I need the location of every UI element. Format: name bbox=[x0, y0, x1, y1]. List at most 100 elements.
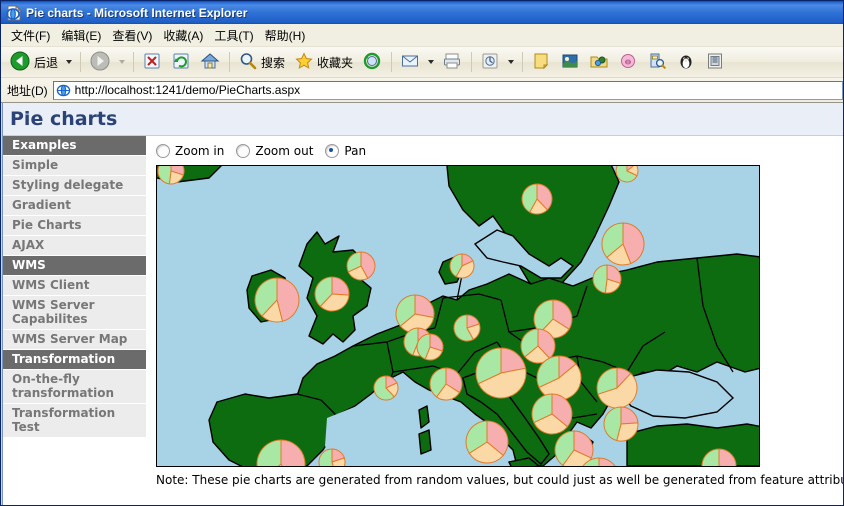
pie-chart[interactable] bbox=[603, 406, 639, 442]
radio-zoom-out[interactable]: Zoom out bbox=[236, 144, 313, 158]
pie-chart[interactable] bbox=[601, 222, 645, 266]
menu-item-file[interactable]: 文件(F) bbox=[11, 25, 61, 46]
pie-chart[interactable] bbox=[373, 375, 399, 401]
back-dropdown-icon[interactable] bbox=[63, 51, 74, 73]
favorites-button[interactable]: 收藏夹 bbox=[290, 49, 357, 75]
pie-chart[interactable] bbox=[596, 367, 638, 409]
back-icon bbox=[9, 50, 31, 75]
toolbar-separator bbox=[80, 52, 82, 72]
page-title: Pie charts bbox=[10, 108, 118, 130]
forward-button[interactable] bbox=[85, 49, 115, 75]
menu-item-edit[interactable]: 编辑(E) bbox=[61, 25, 112, 46]
menu-item-tools[interactable]: 工具(T) bbox=[214, 25, 264, 46]
radio-zoom-out-label: Zoom out bbox=[255, 144, 314, 158]
forward-dropdown-icon[interactable] bbox=[116, 51, 127, 73]
mail-icon bbox=[400, 51, 420, 74]
map-viewport[interactable] bbox=[156, 165, 760, 467]
pie-chart[interactable] bbox=[554, 430, 594, 466]
toolbar-separator bbox=[522, 52, 524, 72]
pie-chart[interactable] bbox=[314, 276, 350, 312]
pie-chart[interactable] bbox=[449, 253, 475, 279]
history-icon bbox=[362, 51, 382, 74]
menu-item-view[interactable]: 查看(V) bbox=[112, 25, 163, 46]
pie-chart[interactable] bbox=[531, 393, 573, 435]
mail-dropdown-icon[interactable] bbox=[425, 51, 436, 73]
sidebar-item-on-the-fly-transformation[interactable]: On-the-fly transformation bbox=[2, 370, 146, 404]
sidebar-item-wms-server-map[interactable]: WMS Server Map bbox=[2, 330, 146, 350]
star-icon bbox=[294, 51, 314, 74]
address-bar: 地址(D) http://localhost:1241/demo/PieChar… bbox=[1, 78, 843, 103]
radio-zoom-in[interactable]: Zoom in bbox=[156, 144, 224, 158]
menu-item-favorites[interactable]: 收藏(A) bbox=[163, 25, 214, 46]
page-header: Pie charts bbox=[2, 103, 843, 136]
search-icon bbox=[238, 51, 258, 74]
stop-button[interactable] bbox=[138, 49, 166, 75]
pie-chart[interactable] bbox=[346, 251, 376, 281]
pie-chart[interactable] bbox=[395, 294, 435, 334]
sidebar-item-wms-server-capabilites[interactable]: WMS Server Capabilites bbox=[2, 296, 146, 330]
pie-chart[interactable] bbox=[416, 333, 444, 361]
sidebar: Examples Simple Styling delegate Gradien… bbox=[2, 136, 146, 505]
edit-button[interactable] bbox=[476, 49, 504, 75]
mail-button[interactable] bbox=[396, 49, 424, 75]
edit-dropdown-icon[interactable] bbox=[505, 51, 516, 73]
toolbar: 后退 搜索 收藏夹 bbox=[1, 47, 843, 78]
radio-zoom-in-indicator[interactable] bbox=[156, 144, 170, 158]
sidebar-header-wms: WMS bbox=[2, 256, 146, 276]
home-icon bbox=[200, 51, 220, 74]
page-content: Pie charts Examples Simple Styling deleg… bbox=[1, 103, 843, 505]
sidebar-item-styling-delegate[interactable]: Styling delegate bbox=[2, 176, 146, 196]
folder-button[interactable] bbox=[585, 49, 613, 75]
radio-pan[interactable]: Pan bbox=[325, 144, 366, 158]
radio-pan-label: Pan bbox=[344, 144, 367, 158]
penguin-button[interactable] bbox=[672, 49, 700, 75]
page-left-edge bbox=[2, 103, 3, 505]
print-button[interactable] bbox=[438, 49, 466, 75]
pie-chart[interactable] bbox=[429, 367, 463, 401]
sidebar-item-wms-client[interactable]: WMS Client bbox=[2, 276, 146, 296]
media-button[interactable] bbox=[556, 49, 584, 75]
sidebar-item-simple[interactable]: Simple bbox=[2, 156, 146, 176]
menu-bar: 文件(F) 编辑(E) 查看(V) 收藏(A) 工具(T) 帮助(H) bbox=[1, 24, 843, 47]
pie-chart[interactable] bbox=[592, 264, 622, 294]
back-button[interactable]: 后退 bbox=[5, 49, 62, 75]
print-icon bbox=[442, 51, 462, 74]
folder-icon bbox=[589, 51, 609, 74]
ie-globe-icon bbox=[56, 83, 71, 98]
sidebar-item-pie-charts[interactable]: Pie Charts bbox=[2, 216, 146, 236]
magnifier-button[interactable] bbox=[643, 49, 671, 75]
toolbar-separator bbox=[471, 52, 473, 72]
pie-chart[interactable] bbox=[465, 420, 509, 464]
search-label: 搜索 bbox=[261, 55, 286, 70]
toolbar-separator bbox=[391, 52, 393, 72]
toolbar-separator bbox=[229, 52, 231, 72]
toolbar-separator bbox=[133, 52, 135, 72]
sidebar-item-gradient[interactable]: Gradient bbox=[2, 196, 146, 216]
media-icon bbox=[560, 51, 580, 74]
history-button[interactable] bbox=[358, 49, 386, 75]
pie-chart[interactable] bbox=[521, 183, 553, 215]
note-button[interactable] bbox=[527, 49, 555, 75]
radio-zoom-out-indicator[interactable] bbox=[236, 144, 251, 158]
search-button[interactable]: 搜索 bbox=[234, 49, 289, 75]
europe-pie-chart-map[interactable] bbox=[157, 166, 759, 466]
pig-button[interactable] bbox=[614, 49, 642, 75]
menu-item-help[interactable]: 帮助(H) bbox=[265, 25, 317, 46]
refresh-icon bbox=[171, 51, 191, 74]
pie-chart[interactable] bbox=[536, 355, 582, 401]
penguin-icon bbox=[676, 51, 696, 74]
landmass bbox=[418, 429, 432, 455]
home-button[interactable] bbox=[196, 49, 224, 75]
address-label: 地址(D) bbox=[7, 83, 48, 98]
pie-chart[interactable] bbox=[475, 347, 527, 399]
sidebar-item-transformation-test[interactable]: Transformation Test bbox=[2, 404, 146, 438]
pie-chart[interactable] bbox=[254, 277, 300, 323]
refresh-button[interactable] bbox=[167, 49, 195, 75]
radio-pan-indicator[interactable] bbox=[325, 144, 340, 158]
pie-chart[interactable] bbox=[453, 314, 481, 342]
address-input[interactable]: http://localhost:1241/demo/PieCharts.asp… bbox=[52, 80, 843, 100]
box-button[interactable] bbox=[701, 49, 729, 75]
title-bar: Pie charts - Microsoft Internet Explorer bbox=[1, 1, 843, 24]
note-icon bbox=[531, 51, 551, 74]
sidebar-item-ajax[interactable]: AJAX bbox=[2, 236, 146, 256]
